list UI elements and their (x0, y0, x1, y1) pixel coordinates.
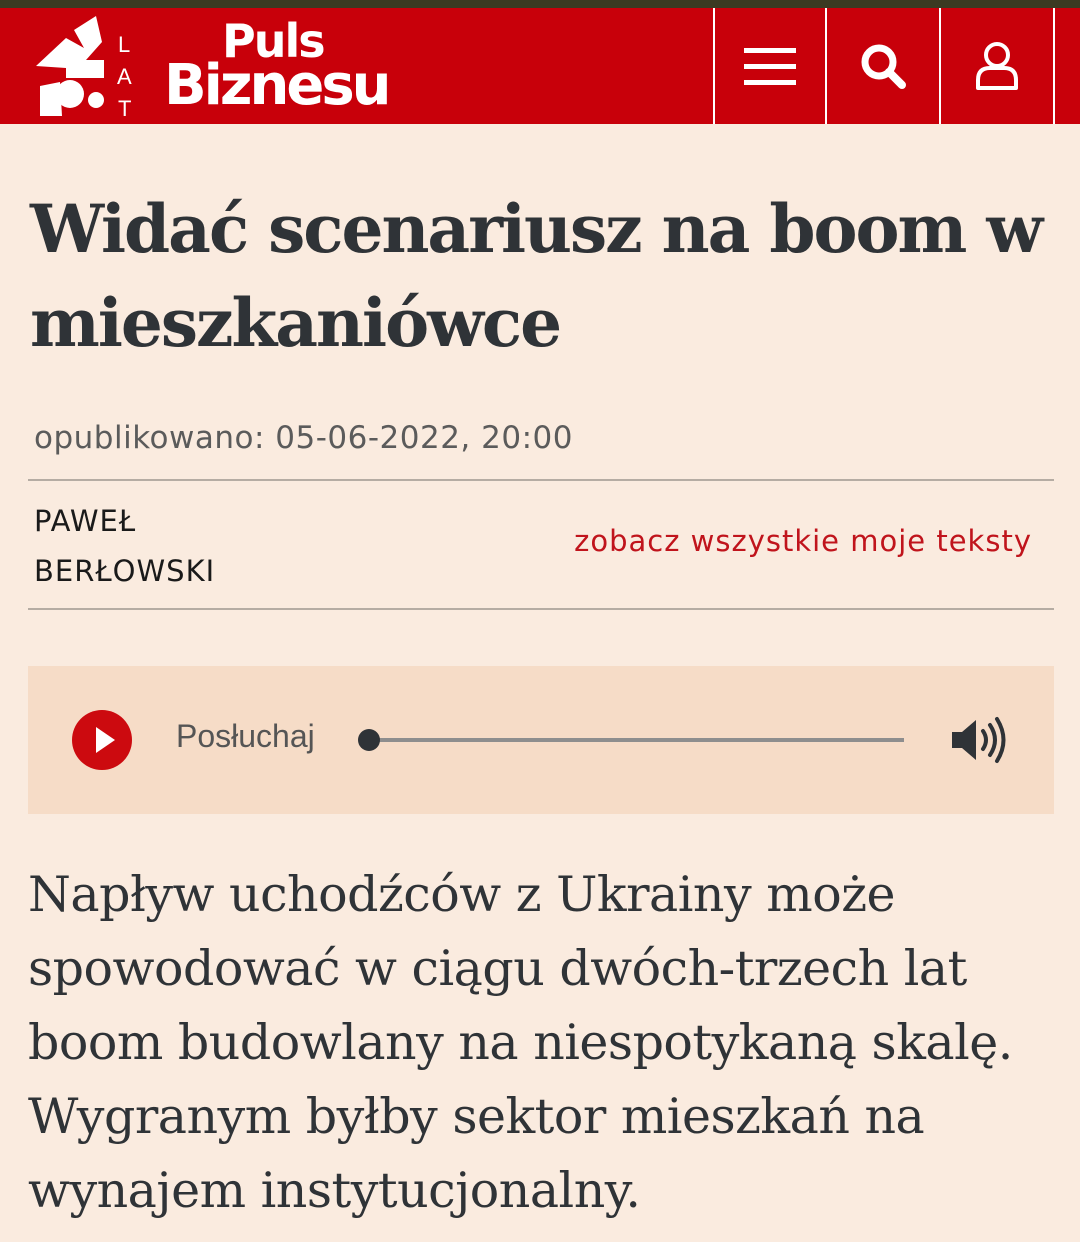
article-title: Widać scenariusz na boom w mieszkaniówce (30, 190, 1043, 362)
logo-wordmark: Puls Biznesu (164, 18, 392, 118)
account-button[interactable] (939, 8, 1055, 124)
audio-progress-track[interactable] (358, 729, 904, 751)
volume-icon (952, 717, 1006, 763)
search-icon (861, 44, 906, 89)
audio-player: Posłuchaj (28, 666, 1054, 814)
author-last-name: BERŁOWSKI (34, 554, 216, 588)
logo-word-biznesu: Biznesu (164, 53, 392, 118)
audio-progress-knob[interactable] (358, 729, 380, 751)
menu-button[interactable] (713, 8, 825, 124)
top-strip (0, 0, 1080, 8)
anniversary-letter-t: T (118, 96, 131, 121)
search-button[interactable] (825, 8, 939, 124)
site-logo[interactable]: L A T Puls Biznesu (26, 8, 426, 124)
volume-button[interactable] (950, 714, 1008, 766)
divider (28, 608, 1054, 610)
play-button[interactable] (72, 710, 132, 770)
anniversary-letters: L A T (117, 32, 132, 121)
article-lead: Napływ uchodźców z Ukrainy może spowodow… (28, 866, 1013, 1219)
anniversary-letter-a: A (117, 64, 132, 89)
divider (28, 479, 1054, 481)
all-author-texts-link[interactable]: zobacz wszystkie moje teksty (574, 524, 1032, 558)
published-date: opublikowano: 05-06-2022, 20:00 (34, 420, 573, 456)
author-name[interactable]: PAWEŁ BERŁOWSKI (34, 496, 215, 596)
play-icon (96, 727, 115, 753)
anniversary-letter-l: L (118, 32, 130, 57)
author-first-name: PAWEŁ (34, 504, 137, 538)
user-icon (976, 42, 1018, 90)
menu-icon (744, 48, 796, 85)
anniversary-badge-icon: L A T (36, 16, 132, 121)
site-header: L A T Puls Biznesu (0, 8, 1080, 124)
listen-label: Posłuchaj (176, 718, 315, 754)
